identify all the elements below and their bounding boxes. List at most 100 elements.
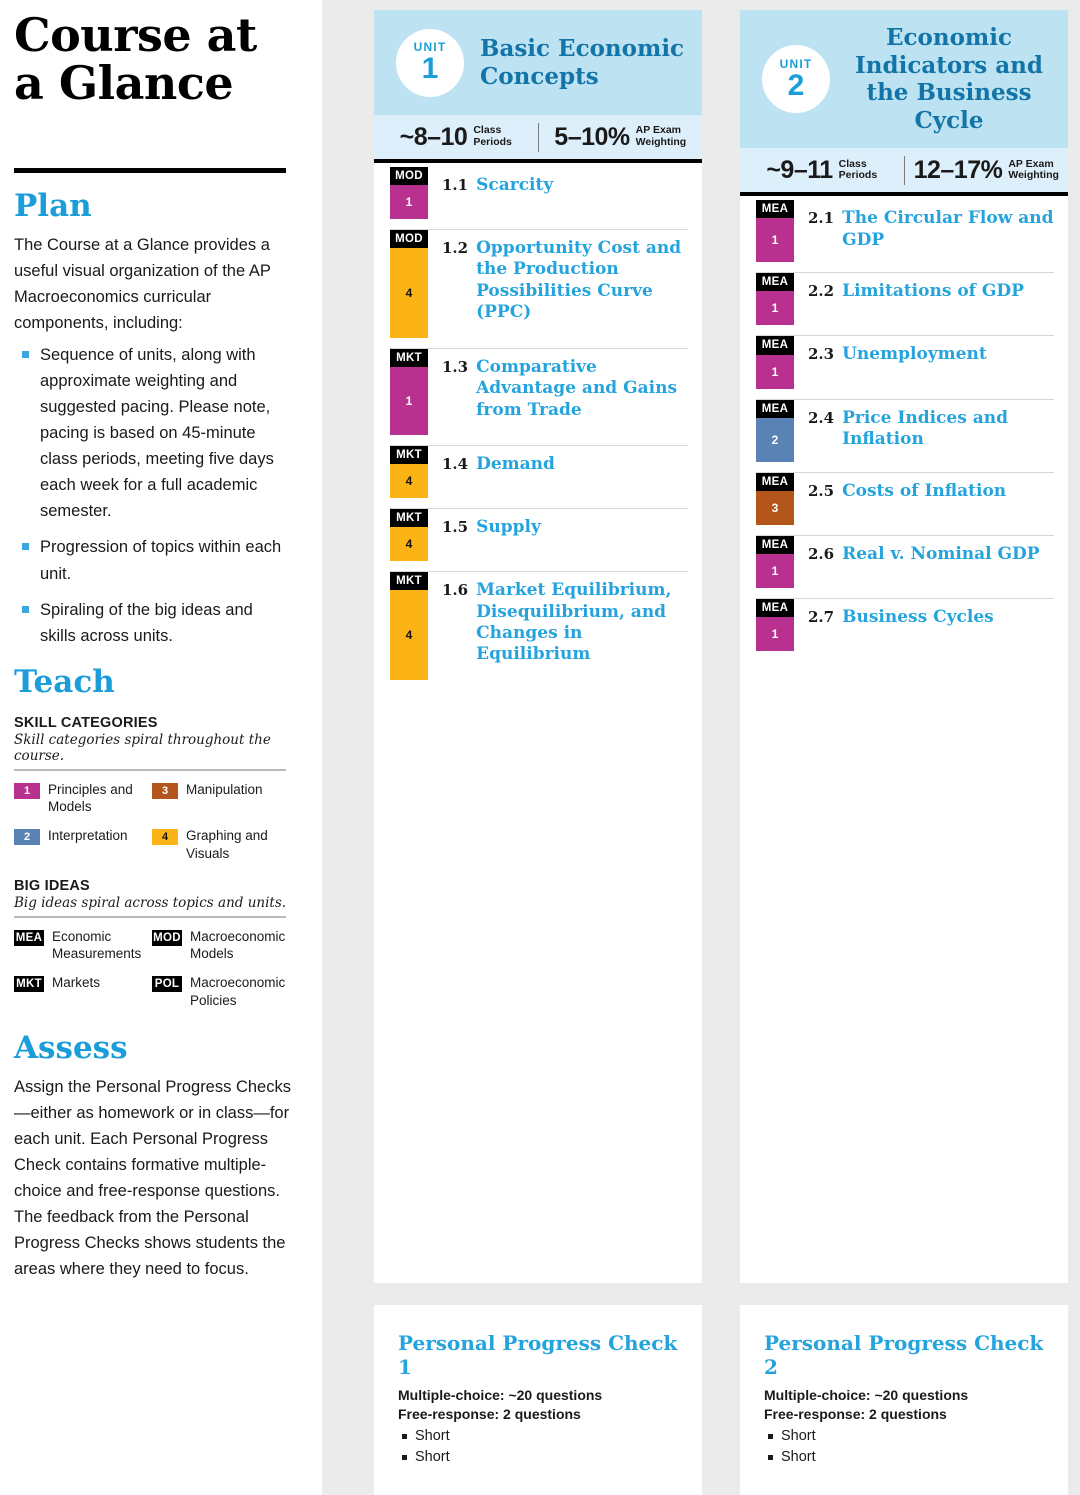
topic-link[interactable]: Opportunity Cost and the Production Poss… <box>476 238 688 338</box>
exam-weighting-label: AP Exam Weighting <box>635 124 687 148</box>
big-idea-tag-icon: MEA <box>756 399 794 418</box>
topic-body: 2.6 Real v. Nominal GDP <box>808 536 1040 588</box>
unit-number: 1 <box>421 52 439 85</box>
topic-link[interactable]: Market Equilibrium, Disequilibrium, and … <box>476 580 688 680</box>
big-idea-tag-icon: MKT <box>14 976 44 993</box>
topic-row[interactable]: MEA 3 2.5 Costs of Inflation <box>756 472 1054 536</box>
course-at-a-glance-page: Course at a Glance Plan The Course at a G… <box>0 0 1080 1495</box>
topic-link[interactable]: Supply <box>476 517 541 561</box>
list-item: Short <box>764 1447 1046 1469</box>
topic-tag-column: MEA 1 <box>756 273 794 326</box>
class-periods-cell: ~8–10 Class Periods <box>374 123 538 152</box>
topic-row[interactable]: MEA 1 2.7 Business Cycles <box>756 598 1054 661</box>
ppc-free-response: Free-response: 2 questions <box>398 1406 581 1423</box>
left-info-column: Course at a Glance Plan The Course at a G… <box>0 0 322 1495</box>
list-item: Progression of topics within each unit. <box>14 534 292 586</box>
unit-title: Economic Indicators and the Business Cyc… <box>855 24 1043 134</box>
ppc-title[interactable]: Personal Progress Check 1 <box>398 1331 680 1379</box>
topic-link[interactable]: The Circular Flow and GDP <box>842 208 1054 262</box>
topic-body: 2.2 Limitations of GDP <box>808 273 1024 325</box>
page-title: Course at a Glance <box>14 8 257 110</box>
topic-tag-column: MKT 1 <box>390 349 428 436</box>
topic-row[interactable]: MKT 4 1.6 Market Equilibrium, Disequilib… <box>390 572 688 690</box>
skill-categories-note: Skill categories spiral throughout the c… <box>14 731 271 764</box>
legend-item-bigidea-pol: POL Macroeconomic Policies <box>152 974 290 1009</box>
topic-link[interactable]: Business Cycles <box>842 607 994 651</box>
units-container: UNIT 1 Basic Economic Concepts ~8–10 Cla… <box>322 0 1080 1495</box>
exam-weighting-value: 5–10% <box>554 122 630 151</box>
topic-link[interactable]: Demand <box>476 454 555 498</box>
topic-row[interactable]: MOD 1 1.1 Scarcity <box>390 167 688 231</box>
personal-progress-check-panel: Personal Progress Check 1 Multiple-choic… <box>374 1304 702 1495</box>
plan-heading: Plan <box>14 187 92 224</box>
skill-legend-divider <box>14 768 286 771</box>
topic-number: 1.4 <box>442 455 469 474</box>
topic-link[interactable]: Price Indices and Inflation <box>842 408 1054 462</box>
topic-row[interactable]: MEA 1 2.1 The Circular Flow and GDP <box>756 200 1054 274</box>
unit-pacing-bar: ~8–10 Class Periods 5–10% AP Exam Weightin… <box>374 115 702 163</box>
topic-tag-column: MEA 3 <box>756 472 794 525</box>
skill-category-tag-icon: 1 <box>756 616 794 651</box>
plan-intro: The Course at a Glance provides a useful… <box>14 235 271 332</box>
topic-tag-column: MKT 4 <box>390 572 428 681</box>
topic-body: 2.4 Price Indices and Inflation <box>808 400 1054 462</box>
legend-item-skill-3: 3 Manipulation <box>152 781 290 816</box>
legend-label: Manipulation <box>186 781 263 797</box>
topic-link[interactable]: Real v. Nominal GDP <box>842 544 1039 588</box>
list-item: Short <box>398 1447 680 1469</box>
skill-category-tag-icon: 4 <box>390 248 428 339</box>
topic-body: 1.2 Opportunity Cost and the Production … <box>442 230 688 338</box>
topic-link[interactable]: Costs of Inflation <box>842 481 1006 525</box>
skill-category-tag-icon: 1 <box>390 185 428 220</box>
topic-tag-column: MKT 4 <box>390 446 428 499</box>
class-periods-value: ~8–10 <box>399 122 468 151</box>
unit-word-label: UNIT <box>779 56 813 71</box>
legend-label: Macroeconomic Models <box>190 928 286 962</box>
big-idea-tag-icon: MEA <box>14 929 44 946</box>
ppc-free-response: Free-response: 2 questions <box>764 1406 947 1423</box>
skill-categories-heading: SKILL CATEGORIES <box>14 714 158 731</box>
topic-link[interactable]: Unemployment <box>842 344 987 388</box>
topic-row[interactable]: MEA 1 2.2 Limitations of GDP <box>756 273 1054 337</box>
legend-item-bigidea-mkt: MKT Markets <box>14 974 152 1009</box>
topic-tag-column: MEA 1 <box>756 598 794 651</box>
topic-number: 2.3 <box>808 345 835 364</box>
topic-row[interactable]: MKT 4 1.4 Demand <box>390 446 688 510</box>
topic-row[interactable]: MOD 4 1.2 Opportunity Cost and the Produ… <box>390 230 688 350</box>
unit-pacing-bar: ~9–11 Class Periods 12–17% AP Exam Weighti… <box>740 148 1068 197</box>
list-item: Sequence of units, along with approximat… <box>14 342 292 524</box>
topic-row[interactable]: MKT 4 1.5 Supply <box>390 509 688 573</box>
topic-tag-column: MOD 1 <box>390 167 428 220</box>
skill-legend: 1 Principles and Models 3 Manipulation 2… <box>14 781 292 862</box>
big-ideas-heading: BIG IDEAS <box>14 877 90 894</box>
topic-number: 2.2 <box>808 282 835 301</box>
topic-body: 2.5 Costs of Inflation <box>808 473 1006 525</box>
big-idea-tag-icon: MKT <box>390 572 428 591</box>
ppc-item-list: Short Short <box>764 1426 1046 1470</box>
topic-number: 2.4 <box>808 408 835 427</box>
topic-row[interactable]: MEA 1 2.3 Unemployment <box>756 336 1054 400</box>
big-idea-tag-icon: MEA <box>756 472 794 491</box>
big-idea-tag-icon: MEA <box>756 535 794 554</box>
topic-body: 2.7 Business Cycles <box>808 599 994 651</box>
topic-row[interactable]: MEA 1 2.6 Real v. Nominal GDP <box>756 535 1054 599</box>
skill-category-tag-icon: 4 <box>390 464 428 499</box>
topic-number: 1.5 <box>442 518 469 537</box>
class-periods-label: Class Periods <box>838 157 878 182</box>
unit-number-badge: UNIT 1 <box>396 28 464 97</box>
exam-weighting-cell: 5–10% AP Exam Weighting <box>537 122 703 152</box>
topic-list: MEA 1 2.1 The Circular Flow and GDP MEA … <box>740 196 1068 660</box>
topic-row[interactable]: MKT 1 1.3 Comparative Advantage and Gain… <box>390 349 688 447</box>
skill-category-tag-icon: 1 <box>390 367 428 436</box>
topic-link[interactable]: Scarcity <box>476 175 553 219</box>
topic-number: 1.2 <box>442 239 469 258</box>
topic-row[interactable]: MEA 2 2.4 Price Indices and Inflation <box>756 399 1054 473</box>
topic-link[interactable]: Limitations of GDP <box>842 281 1024 325</box>
topic-link[interactable]: Comparative Advantage and Gains from Tra… <box>476 357 688 435</box>
topic-body: 2.1 The Circular Flow and GDP <box>808 200 1054 262</box>
skill-category-tag-icon: 3 <box>756 490 794 525</box>
legend-item-bigidea-mea: MEA Economic Measurements <box>14 928 152 963</box>
ppc-title[interactable]: Personal Progress Check 2 <box>764 1331 1046 1379</box>
big-idea-tag-icon: MKT <box>390 349 428 368</box>
topic-number: 2.6 <box>808 544 835 563</box>
